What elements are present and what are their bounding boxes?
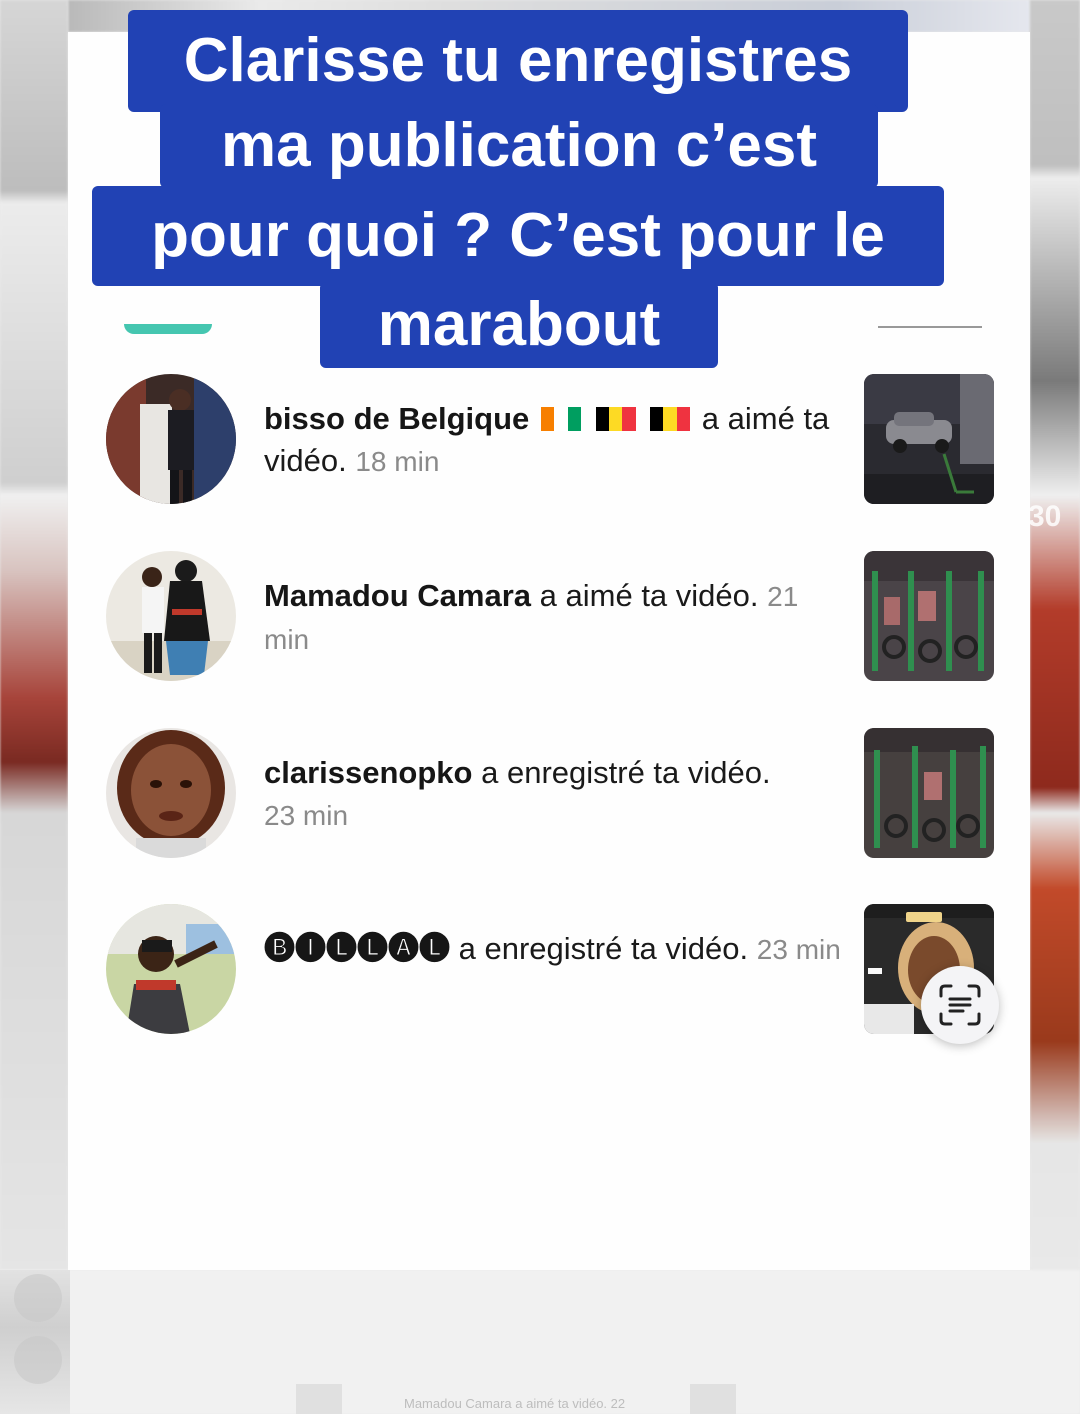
thumbnail-image <box>864 374 994 504</box>
caption-line: marabout <box>320 282 718 368</box>
side-number: 30 <box>1028 500 1062 533</box>
flag-belgium-icon <box>595 407 636 431</box>
ghost-thumbnail <box>296 1384 342 1414</box>
ghost-row-text: Mamadou Camara a aimé ta vidéo. 22 <box>404 1396 626 1411</box>
username[interactable]: Mamadou Camara <box>264 578 531 613</box>
avatar-image <box>106 904 236 1034</box>
thumbnail-image <box>864 551 994 681</box>
avatar[interactable] <box>106 904 236 1034</box>
ghost-avatar <box>14 1274 62 1322</box>
avatar[interactable] <box>106 374 236 504</box>
text-scan-icon <box>939 984 981 1026</box>
timestamp: 23 min <box>756 934 841 965</box>
notification-text: bisso de Belgique a aimé ta vidéo. 18 mi… <box>264 398 844 483</box>
username[interactable]: clarissenopko <box>264 755 472 790</box>
ghost-avatar <box>14 1336 62 1384</box>
avatar[interactable] <box>106 728 236 858</box>
notification-row[interactable]: 🅑🅘🅛🅛🅐🅛 a enregistré ta vidéo. 23 min <box>0 904 1080 1034</box>
username[interactable]: 🅑🅘🅛🅛🅐🅛 <box>264 931 450 966</box>
action-text: a aimé ta vidéo. <box>539 578 759 613</box>
caption-line: pour quoi ? C’est pour le <box>92 186 944 286</box>
avatar[interactable] <box>106 551 236 681</box>
caption-overlay: Clarisse tu enregistres ma publication c… <box>0 0 1080 380</box>
text-scan-button[interactable] <box>921 966 999 1044</box>
video-thumbnail[interactable] <box>864 728 994 858</box>
timestamp: 23 min <box>264 800 349 831</box>
video-thumbnail[interactable] <box>864 551 994 681</box>
notification-text: clarissenopko a enregistré ta vidéo. 23 … <box>264 752 844 837</box>
notification-text: 🅑🅘🅛🅛🅐🅛 a enregistré ta vidéo. 23 min <box>264 928 844 971</box>
thumbnail-image <box>864 728 994 858</box>
caption-line: ma publication c’est <box>160 104 878 188</box>
username[interactable]: bisso de Belgique <box>264 401 529 436</box>
avatar-image <box>106 551 236 681</box>
notification-row[interactable]: bisso de Belgique a aimé ta vidéo. 18 mi… <box>0 374 1080 504</box>
notification-row[interactable]: clarissenopko a enregistré ta vidéo. 23 … <box>0 728 1080 858</box>
ghost-thumbnail <box>690 1384 736 1414</box>
action-text: a enregistré ta vidéo. <box>458 931 749 966</box>
notification-text: Mamadou Camara a aimé ta vidéo. 21 min <box>264 575 844 661</box>
background-bottom-area <box>0 1270 1080 1414</box>
timestamp: 18 min <box>355 446 440 477</box>
notification-row[interactable]: Mamadou Camara a aimé ta vidéo. 21 min <box>0 551 1080 681</box>
video-thumbnail[interactable] <box>864 374 994 504</box>
avatar-image <box>106 374 236 504</box>
action-text: a enregistré ta vidéo. <box>481 755 771 790</box>
avatar-image <box>106 728 236 858</box>
flag-cote-divoire-icon <box>540 407 581 431</box>
flag-belgium-icon <box>650 407 691 431</box>
caption-line: Clarisse tu enregistres <box>128 10 908 112</box>
